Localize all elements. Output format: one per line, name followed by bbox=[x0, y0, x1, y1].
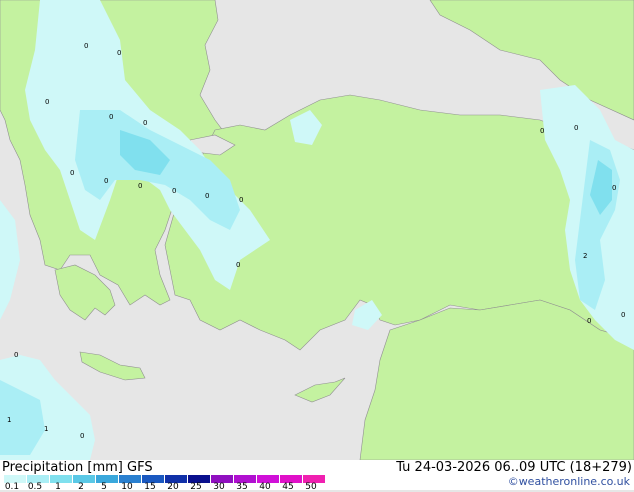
map-label: 0 bbox=[84, 42, 88, 50]
color-scale-tick: 5 bbox=[101, 482, 107, 492]
map-label: 0 bbox=[14, 351, 18, 359]
map-label: 0 bbox=[45, 98, 49, 106]
color-scale-tick: 1 bbox=[55, 482, 61, 492]
color-scale-tick: 40 bbox=[259, 482, 271, 492]
map-label: 0 bbox=[612, 184, 616, 192]
valid-time: Tu 24-03-2026 06..09 UTC (18+279) bbox=[396, 460, 632, 475]
map-label: 0 bbox=[239, 196, 243, 204]
credit-link[interactable]: ©weatheronline.co.uk bbox=[508, 475, 630, 488]
color-scale-tick: 10 bbox=[121, 482, 133, 492]
map-label: 0 bbox=[80, 432, 84, 440]
color-scale-tick: 30 bbox=[213, 482, 225, 492]
map-label: 0 bbox=[172, 187, 176, 195]
map-label: 0 bbox=[587, 317, 591, 325]
map-label: 0 bbox=[117, 49, 121, 57]
map-label: 0 bbox=[621, 311, 625, 319]
map-label: 0 bbox=[236, 261, 240, 269]
map-label: 0 bbox=[205, 192, 209, 200]
map-label: 1 bbox=[44, 425, 48, 433]
color-scale-ticks: 0.1 0.5 1 2 5 10 15 20 25 30 35 40 45 50 bbox=[0, 482, 340, 492]
map-title: Precipitation [mm] GFS bbox=[2, 460, 153, 475]
map-label: 0 bbox=[574, 124, 578, 132]
color-scale-tick: 15 bbox=[144, 482, 156, 492]
map-label: 1 bbox=[7, 416, 11, 424]
color-scale-tick: 20 bbox=[167, 482, 179, 492]
map-label: 0 bbox=[540, 127, 544, 135]
precipitation-map: 0 0 0 0 0 0 0 0 0 0 0 0 0 0 0 2 0 0 0 1 … bbox=[0, 0, 634, 461]
map-label: 0 bbox=[109, 113, 113, 121]
map-label: 0 bbox=[104, 177, 108, 185]
map-label: 0 bbox=[138, 182, 142, 190]
map-label: 0 bbox=[143, 119, 147, 127]
color-scale-tick: 35 bbox=[236, 482, 248, 492]
color-scale-tick: 50 bbox=[305, 482, 317, 492]
color-scale-tick: 25 bbox=[190, 482, 202, 492]
map-footer: Precipitation [mm] GFS Tu 24-03-2026 06.… bbox=[0, 460, 634, 492]
map-label: 2 bbox=[583, 252, 587, 260]
color-scale-tick: 45 bbox=[282, 482, 294, 492]
map-label: 0 bbox=[70, 169, 74, 177]
color-scale-tick: 0.5 bbox=[27, 482, 43, 492]
color-scale-tick: 0.1 bbox=[4, 482, 20, 492]
color-scale-tick: 2 bbox=[78, 482, 84, 492]
